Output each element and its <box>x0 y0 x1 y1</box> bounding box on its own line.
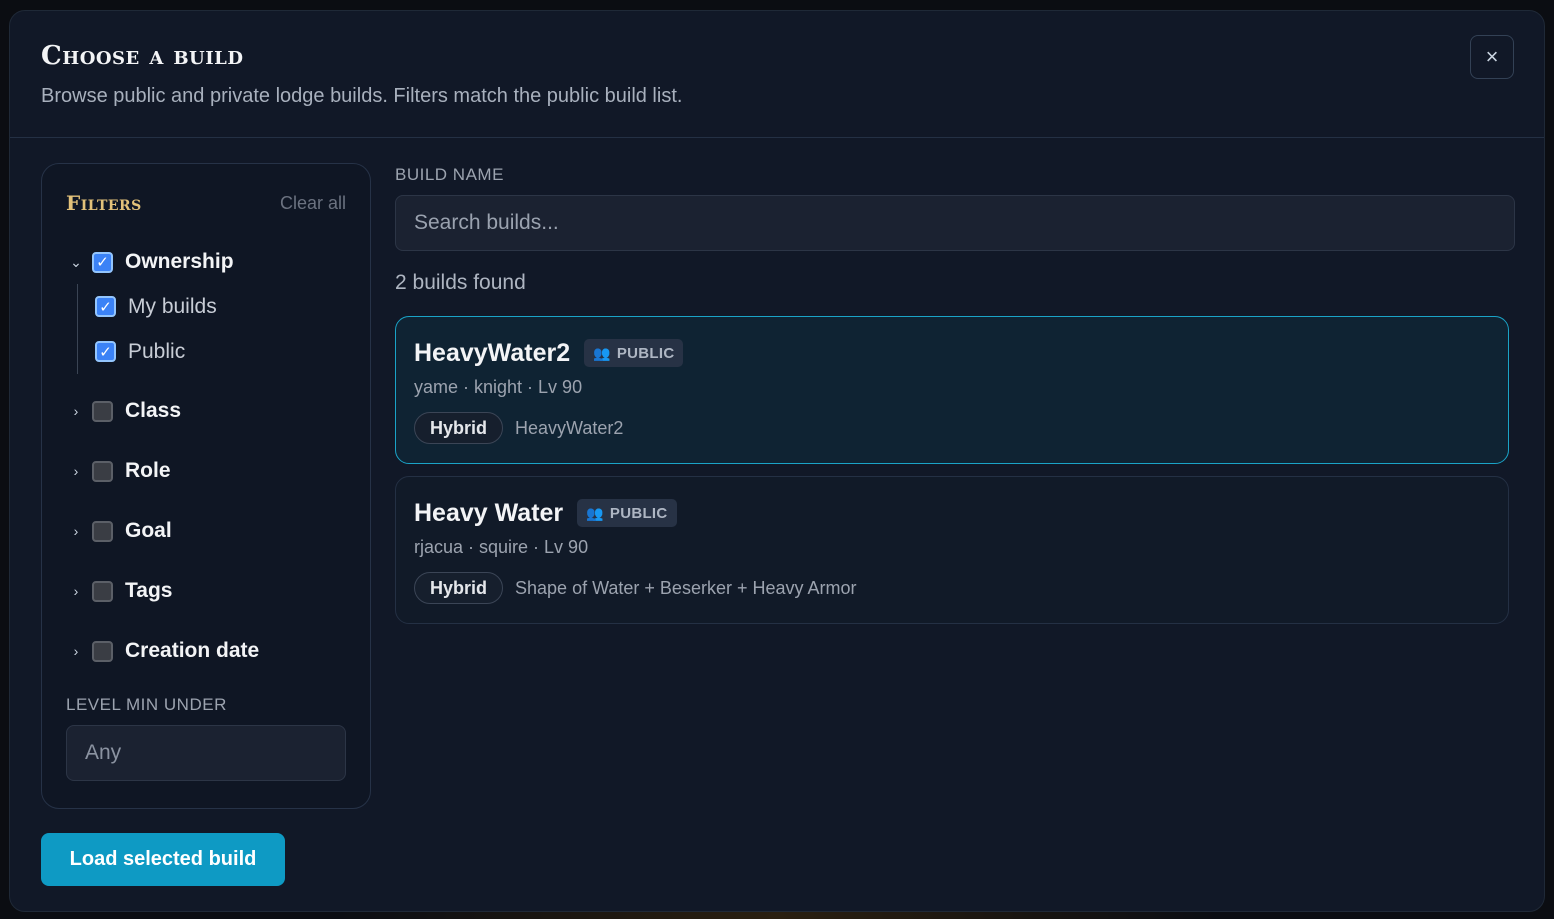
class-checkbox[interactable] <box>92 400 113 422</box>
filter-option-public[interactable]: ✓ Public <box>95 329 346 374</box>
build-type-pill: Hybrid <box>414 412 504 444</box>
visibility-label: PUBLIC <box>616 344 675 362</box>
search-input[interactable] <box>395 195 1515 251</box>
build-name: Heavy Water <box>414 498 564 527</box>
chevron-down-icon[interactable]: ⌄ <box>66 254 86 271</box>
chevron-right-icon[interactable]: › <box>66 463 86 479</box>
close-icon: × <box>1485 44 1499 69</box>
filter-option-my-builds[interactable]: ✓ My builds <box>95 284 346 329</box>
close-button[interactable]: × <box>1470 35 1514 79</box>
filter-group-class: › Class <box>66 389 346 433</box>
results-area: BUILD NAME 2 builds found HeavyWater2 👥 … <box>395 163 1515 624</box>
filters-panel: Filters Clear all ⌄ ✓ Ownership ✓ My bui… <box>41 163 371 809</box>
visibility-badge: 👥 PUBLIC <box>584 339 684 367</box>
ownership-checkbox[interactable]: ✓ <box>92 251 113 273</box>
level-min-label: LEVEL MIN UNDER <box>66 695 227 714</box>
chevron-right-icon[interactable]: › <box>66 523 86 539</box>
public-checkbox[interactable]: ✓ <box>95 341 116 362</box>
results-count: 2 builds found <box>395 271 526 294</box>
build-type-pill: Hybrid <box>414 572 504 604</box>
users-icon: 👥 <box>593 344 611 361</box>
chevron-right-icon[interactable]: › <box>66 643 86 659</box>
ownership-options: ✓ My builds ✓ Public <box>77 284 346 374</box>
filter-group-ownership: ⌄ ✓ Ownership ✓ My builds ✓ Public <box>66 240 346 374</box>
filter-group-label: Creation date <box>125 639 260 662</box>
filters-header: Filters Clear all <box>66 188 346 218</box>
tags-checkbox[interactable] <box>92 580 113 602</box>
modal-header: Choose a build Browse public and private… <box>10 11 1544 138</box>
role-checkbox[interactable] <box>92 460 113 482</box>
filters-title: Filters <box>66 191 142 215</box>
build-list: HeavyWater2 👥 PUBLIC yame · knight · Lv … <box>395 316 1515 624</box>
clear-all-button[interactable]: Clear all <box>280 193 346 214</box>
filter-group-label: Role <box>125 459 171 482</box>
build-name-label: BUILD NAME <box>395 165 504 184</box>
users-icon: 👥 <box>586 504 604 521</box>
build-meta: rjacua · squire · Lv 90 <box>414 537 589 557</box>
chevron-right-icon[interactable]: › <box>66 583 86 599</box>
build-description: HeavyWater2 <box>515 417 624 438</box>
build-name: HeavyWater2 <box>414 338 571 367</box>
build-description: Shape of Water + Beserker + Heavy Armor <box>515 577 857 598</box>
filter-group-goal: › Goal <box>66 509 346 553</box>
visibility-label: PUBLIC <box>609 504 668 522</box>
modal-subtitle: Browse public and private lodge builds. … <box>41 85 683 107</box>
build-card[interactable]: Heavy Water 👥 PUBLIC rjacua · squire · L… <box>395 476 1509 624</box>
load-selected-build-button[interactable]: Load selected build <box>41 833 285 886</box>
visibility-badge: 👥 PUBLIC <box>577 499 677 527</box>
filter-group-role: › Role <box>66 449 346 493</box>
goal-checkbox[interactable] <box>92 520 113 542</box>
build-card[interactable]: HeavyWater2 👥 PUBLIC yame · knight · Lv … <box>395 316 1509 464</box>
filter-group-label: Tags <box>125 579 173 602</box>
filter-group-creation-date: › Creation date <box>66 629 346 673</box>
filter-group-tags: › Tags <box>66 569 346 613</box>
filter-option-label: Public <box>128 339 186 363</box>
my-builds-checkbox[interactable]: ✓ <box>95 296 116 317</box>
choose-build-modal: Choose a build Browse public and private… <box>9 10 1545 912</box>
modal-title: Choose a build <box>41 41 244 71</box>
filter-group-label: Class <box>125 399 182 422</box>
filter-group-label: Goal <box>125 519 172 542</box>
level-min-input[interactable] <box>66 725 346 781</box>
filter-group-label: Ownership <box>125 250 234 273</box>
creation-date-checkbox[interactable] <box>92 640 113 662</box>
chevron-right-icon[interactable]: › <box>66 403 86 419</box>
filter-option-label: My builds <box>128 294 217 318</box>
build-meta: yame · knight · Lv 90 <box>414 377 583 397</box>
